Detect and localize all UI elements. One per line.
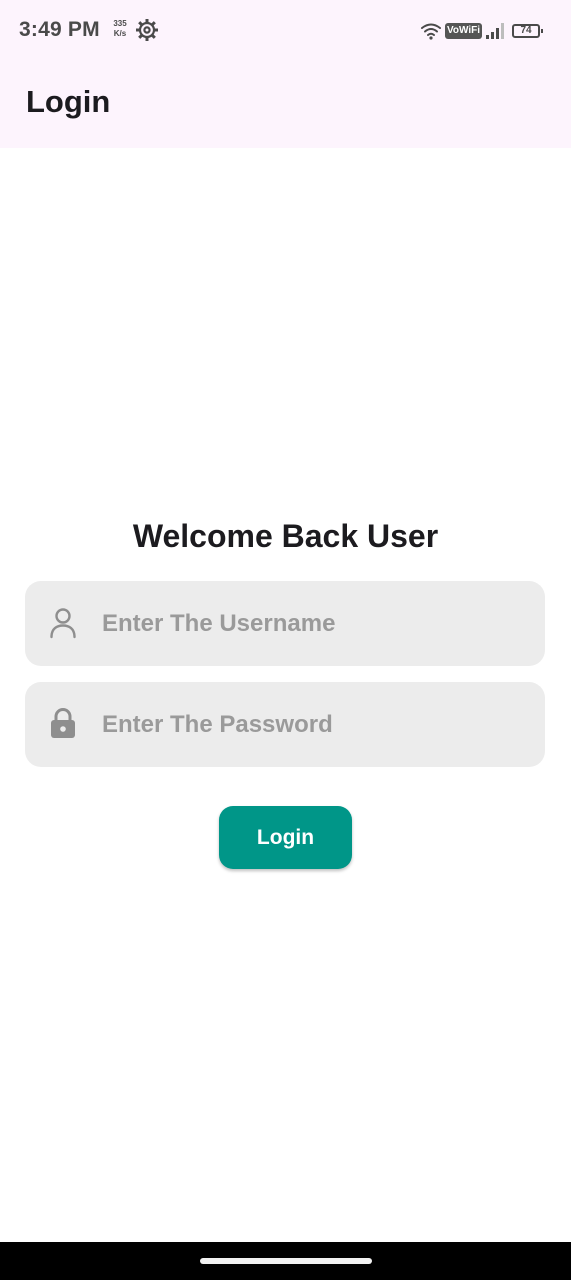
login-screen: 3:49 PM 335 K/s VoWiFi 74 Login Welcome … — [0, 0, 571, 1280]
network-speed-unit: K/s — [113, 29, 127, 38]
gear-icon — [136, 19, 158, 41]
app-bar-title: Login — [26, 84, 111, 119]
battery-level: 74 — [520, 25, 532, 36]
signal-icon — [486, 23, 504, 39]
login-button[interactable]: Login — [219, 806, 352, 869]
vowifi-badge: VoWiFi — [444, 23, 482, 39]
status-time: 3:49 PM — [19, 18, 100, 41]
username-input[interactable] — [102, 581, 522, 666]
password-input[interactable] — [102, 682, 522, 767]
password-field[interactable] — [25, 682, 545, 767]
username-field[interactable] — [25, 581, 545, 666]
status-bar: 3:49 PM 335 K/s VoWiFi 74 — [0, 0, 571, 62]
top-area: 3:49 PM 335 K/s VoWiFi 74 Login — [0, 0, 571, 148]
home-gesture-handle[interactable] — [200, 1258, 372, 1264]
navigation-bar — [0, 1242, 571, 1280]
welcome-heading: Welcome Back User — [132, 518, 439, 554]
lock-icon — [51, 708, 75, 738]
wifi-icon — [420, 23, 441, 40]
status-icons: VoWiFi 74 — [420, 19, 543, 43]
network-speed-value: 335 — [113, 19, 127, 28]
network-speed: 335 K/s — [111, 19, 129, 39]
battery-icon: 74 — [512, 24, 543, 38]
person-icon — [50, 608, 76, 639]
